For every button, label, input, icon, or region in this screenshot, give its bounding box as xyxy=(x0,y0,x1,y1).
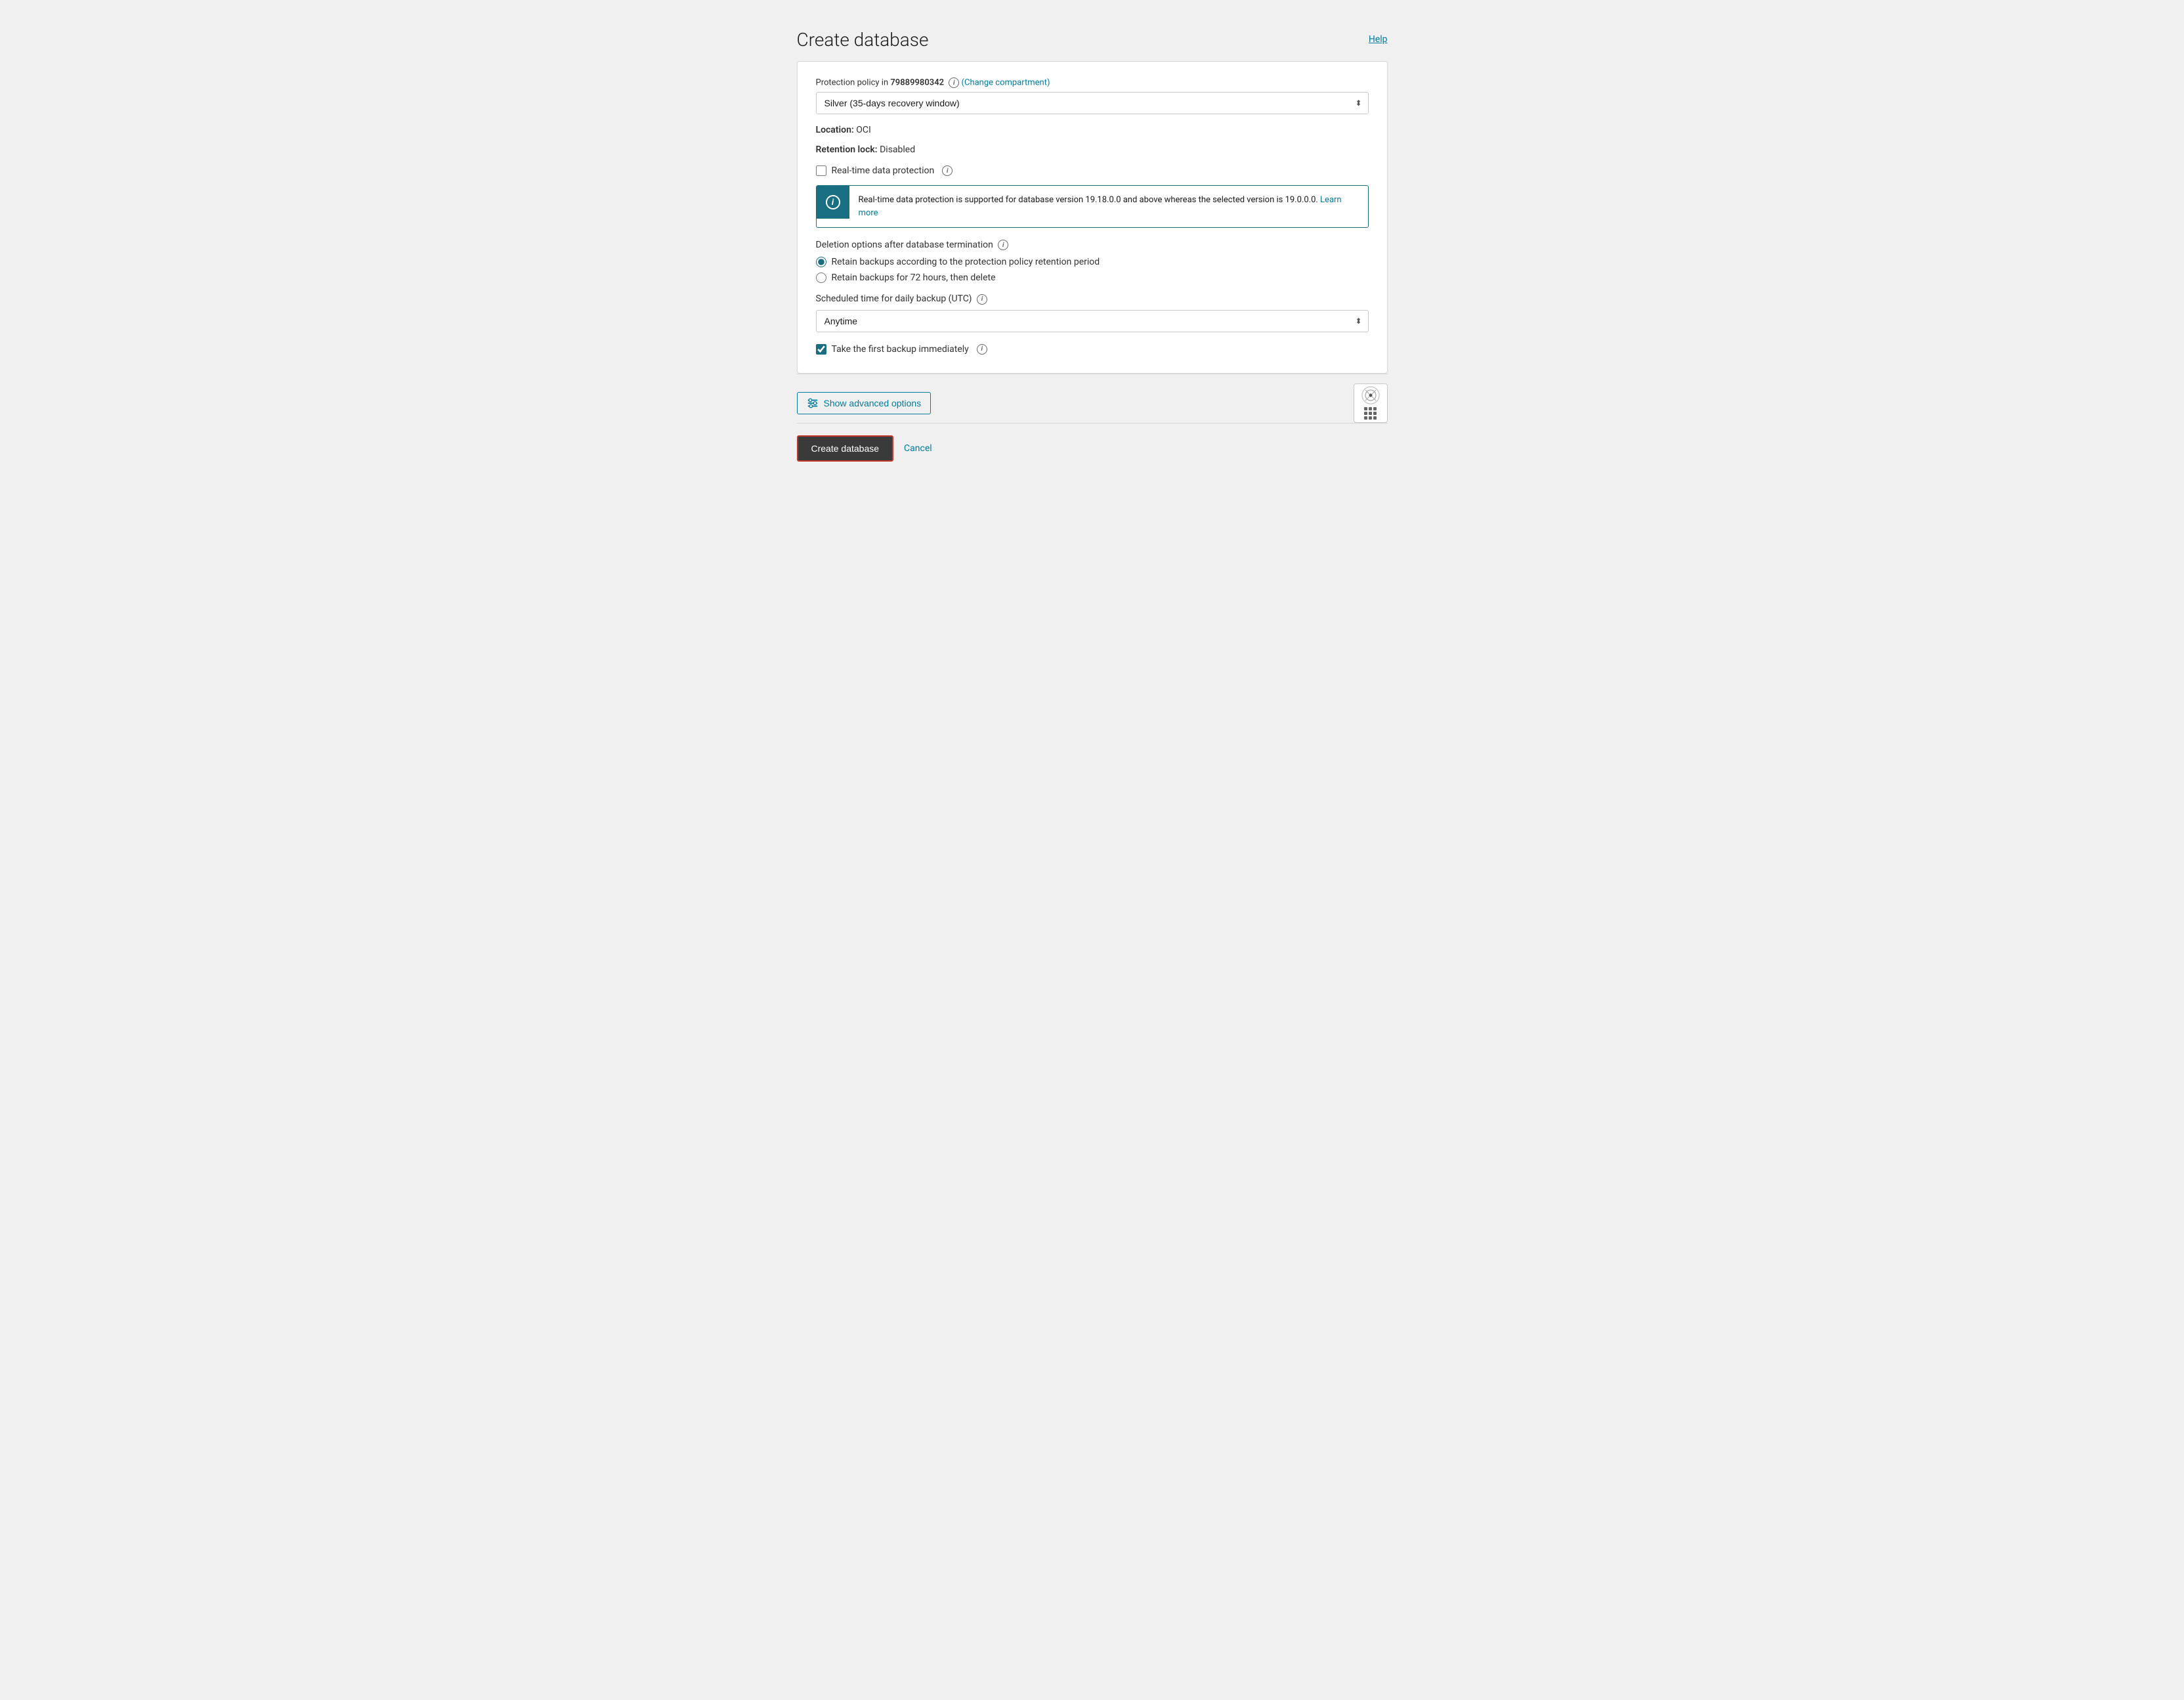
filter-icon xyxy=(807,397,819,409)
retention-lock-value: Disabled xyxy=(880,144,915,155)
info-banner-text: Real-time data protection is supported f… xyxy=(849,186,1368,227)
info-icon-circle: i xyxy=(826,195,840,209)
first-backup-label: Take the first backup immediately xyxy=(832,344,969,355)
location-field: Location: OCI xyxy=(816,125,1369,135)
location-value: OCI xyxy=(856,125,871,135)
action-bar: Create database Cancel xyxy=(797,424,1388,467)
real-time-protection-label: Real-time data protection xyxy=(832,165,935,176)
deletion-options-section: Deletion options after database terminat… xyxy=(816,240,1369,283)
create-database-button[interactable]: Create database xyxy=(797,435,894,462)
deletion-option1-radio[interactable] xyxy=(816,257,826,267)
protection-policy-label: Protection policy in 79889980342 i (Chan… xyxy=(816,77,1369,88)
info-banner-icon: i xyxy=(817,186,849,219)
page-title: Create database xyxy=(797,29,929,51)
main-panel: Protection policy in 79889980342 i (Chan… xyxy=(797,61,1388,374)
help-link[interactable]: Help xyxy=(1369,34,1388,45)
protection-policy-select-wrapper: Silver (35-days recovery window) Bronze … xyxy=(816,92,1369,114)
info-banner: i Real-time data protection is supported… xyxy=(816,185,1369,228)
info-banner-message: Real-time data protection is supported f… xyxy=(859,195,1318,205)
scheduled-backup-info-icon[interactable]: i xyxy=(977,294,987,305)
first-backup-row: Take the first backup immediately i xyxy=(816,344,1369,355)
first-backup-checkbox[interactable] xyxy=(816,344,826,355)
scheduled-backup-label: Scheduled time for daily backup (UTC) i xyxy=(816,294,1369,304)
deletion-option2-radio[interactable] xyxy=(816,272,826,283)
deletion-option2-row: Retain backups for 72 hours, then delete xyxy=(816,272,1369,283)
protection-policy-select[interactable]: Silver (35-days recovery window) Bronze … xyxy=(816,92,1369,114)
scheduled-backup-section: Scheduled time for daily backup (UTC) i … xyxy=(816,294,1369,332)
real-time-protection-checkbox[interactable] xyxy=(816,165,826,176)
real-time-protection-info-icon[interactable]: i xyxy=(942,165,953,176)
deletion-option2-label: Retain backups for 72 hours, then delete xyxy=(832,272,996,283)
footer-bar: Show advanced options xyxy=(797,374,1388,423)
deletion-options-info-icon[interactable]: i xyxy=(998,240,1008,250)
cancel-link[interactable]: Cancel xyxy=(904,443,932,454)
help-widget[interactable] xyxy=(1354,383,1388,423)
scheduled-backup-select-wrapper: Anytime 00:00 01:00 02:00 ⬍ xyxy=(816,310,1369,332)
retention-lock-field: Retention lock: Disabled xyxy=(816,144,1369,155)
scheduled-backup-select[interactable]: Anytime 00:00 01:00 02:00 xyxy=(816,310,1369,332)
help-widget-dots xyxy=(1364,407,1377,420)
deletion-options-label: Deletion options after database terminat… xyxy=(816,240,1369,250)
first-backup-info-icon[interactable]: i xyxy=(977,344,987,355)
deletion-option1-label: Retain backups according to the protecti… xyxy=(832,257,1100,267)
show-advanced-options-label: Show advanced options xyxy=(824,398,922,408)
compartment-id: 79889980342 xyxy=(890,77,944,87)
deletion-option1-row: Retain backups according to the protecti… xyxy=(816,257,1369,267)
real-time-protection-row: Real-time data protection i xyxy=(816,165,1369,176)
show-advanced-options-button[interactable]: Show advanced options xyxy=(797,392,931,414)
change-compartment-link[interactable]: (Change compartment) xyxy=(962,77,1050,87)
help-widget-icon xyxy=(1361,386,1380,404)
protection-policy-info-icon[interactable]: i xyxy=(949,77,959,88)
